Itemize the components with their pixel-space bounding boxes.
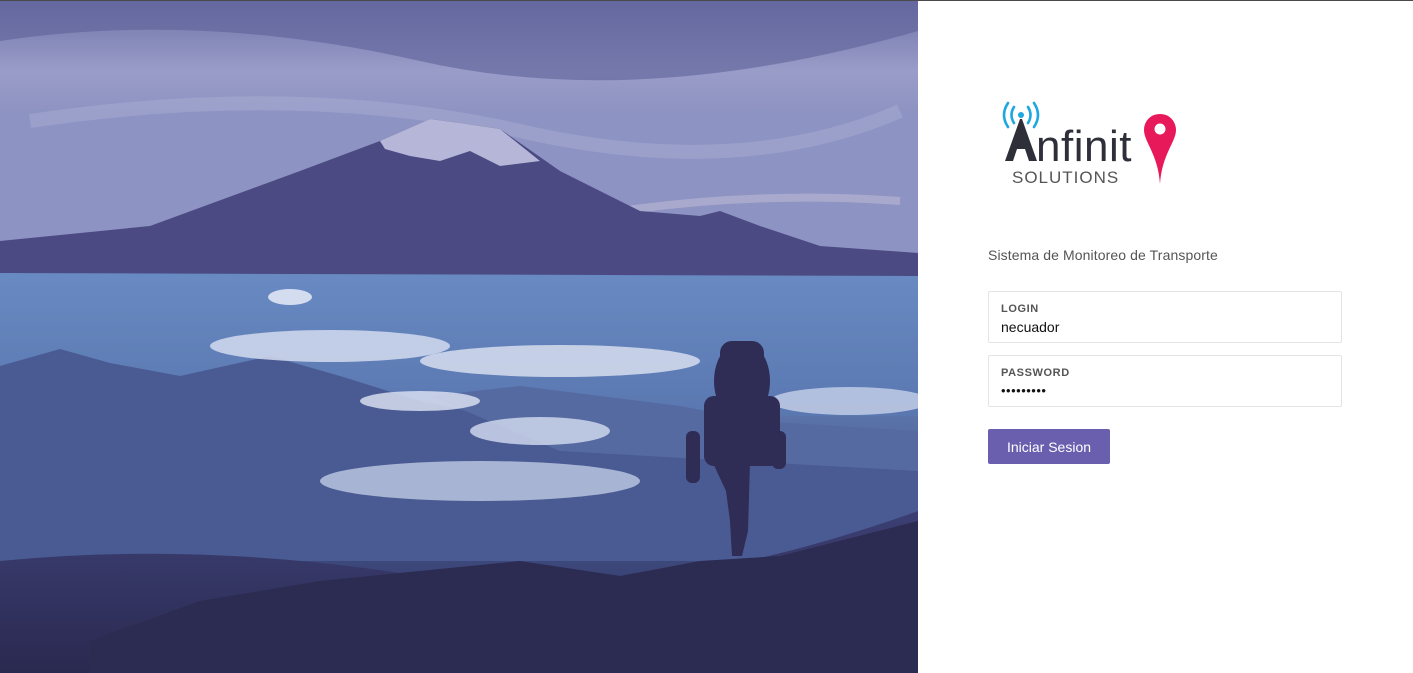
login-panel: nfinit SOLUTIONS Sistema de Monitoreo de…: [918, 1, 1413, 673]
login-field[interactable]: LOGIN: [988, 291, 1342, 343]
login-label: LOGIN: [1001, 303, 1039, 315]
mountain-landscape-illustration: [0, 1, 918, 673]
svg-text:nfinit: nfinit: [1036, 122, 1132, 171]
password-field[interactable]: PASSWORD: [988, 355, 1342, 407]
page-subtitle: Sistema de Monitoreo de Transporte: [988, 247, 1218, 263]
password-label: PASSWORD: [1001, 367, 1070, 379]
login-button[interactable]: Iniciar Sesion: [988, 429, 1110, 464]
login-input[interactable]: [1001, 319, 1321, 335]
company-logo: nfinit SOLUTIONS: [1000, 99, 1180, 189]
hero-image: [0, 1, 918, 673]
logo-icon: nfinit SOLUTIONS: [1002, 101, 1176, 187]
login-page: nfinit SOLUTIONS Sistema de Monitoreo de…: [0, 0, 1413, 673]
svg-text:SOLUTIONS: SOLUTIONS: [1012, 168, 1119, 187]
password-input[interactable]: [1001, 383, 1321, 398]
